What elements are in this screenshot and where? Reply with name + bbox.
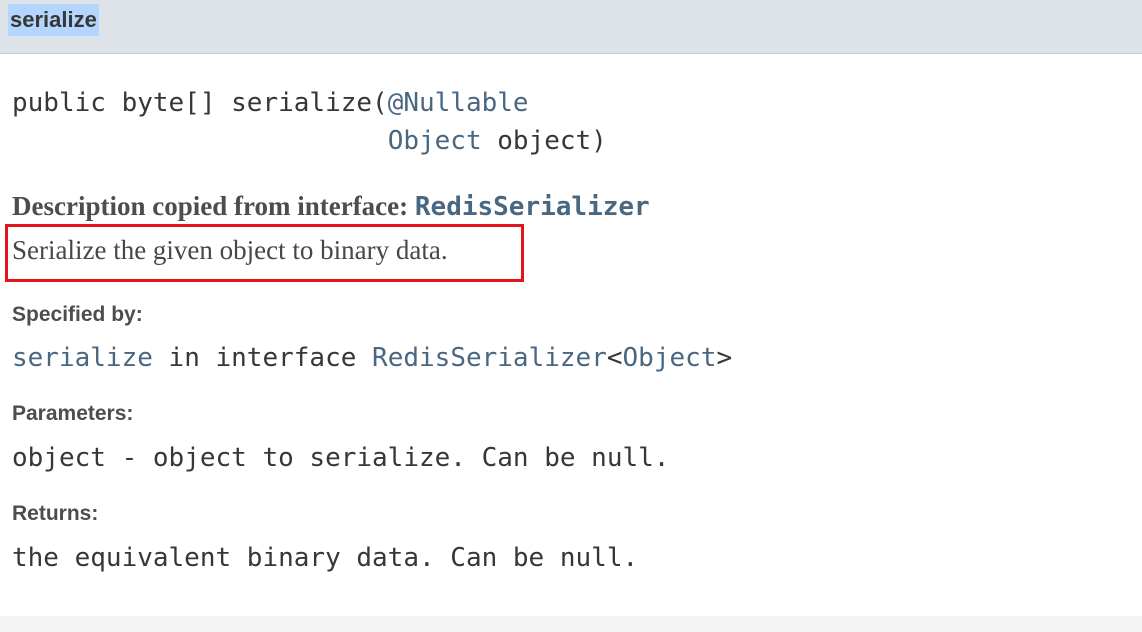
description-heading: Description copied from interface: Redis…: [12, 188, 650, 225]
description-heading-text: Description copied from interface:: [12, 191, 415, 221]
generic-open: <: [606, 343, 623, 373]
parameter-description: object - object to serialize. Can be nul…: [12, 443, 670, 473]
object-type-arg-link[interactable]: Object: [623, 343, 717, 373]
specified-by-label: Specified by:: [12, 303, 143, 326]
nullable-annotation-link[interactable]: @Nullable: [388, 88, 529, 118]
generic-close: >: [716, 343, 733, 373]
member-name-heading: serialize: [8, 4, 99, 36]
returns-description: the equivalent binary data. Can be null.: [12, 543, 639, 573]
redis-serializer-link[interactable]: RedisSerializer: [415, 192, 650, 222]
redis-serializer-interface-link[interactable]: RedisSerializer: [372, 343, 607, 373]
method-signature: public byte[] serialize(@Nullable Object…: [12, 84, 607, 160]
parameters-label: Parameters:: [12, 402, 134, 425]
specified-by-middle: in interface: [152, 343, 373, 373]
signature-indent: [12, 126, 388, 156]
description-text: Serialize the given object to binary dat…: [12, 235, 448, 265]
footer-strip: [0, 616, 1142, 632]
object-type-link[interactable]: Object: [388, 126, 482, 156]
signature-param-rest: object): [481, 126, 607, 156]
member-header: serialize: [0, 0, 1142, 54]
signature-prefix: public byte[] serialize(: [12, 88, 388, 118]
serialize-method-link[interactable]: serialize: [12, 343, 153, 373]
returns-label: Returns:: [12, 502, 99, 525]
specified-by-value: serialize in interface RedisSerializer<O…: [12, 340, 732, 376]
